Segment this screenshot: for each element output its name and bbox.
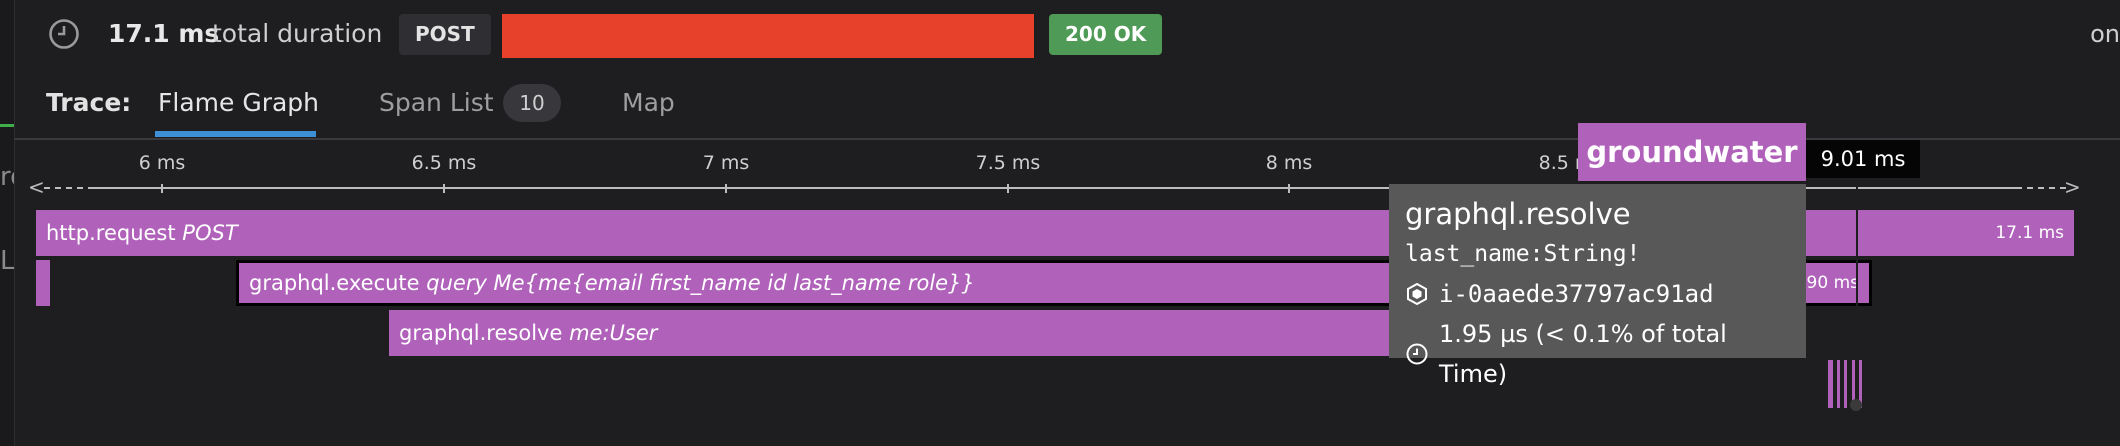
time-cursor-handle[interactable] — [1850, 399, 1862, 411]
cursor-time-label: 9.01 ms — [1806, 140, 1920, 178]
tooltip-duration-row: 1.95 µs (< 0.1% of total Time) — [1405, 314, 1790, 394]
tooltip-host-row: i-0aaede37797ac91ad — [1405, 274, 1790, 314]
axis-tick-label: 6 ms — [138, 152, 186, 174]
span-tiny[interactable] — [1828, 360, 1833, 408]
trace-label: Trace: — [46, 88, 132, 117]
span-tiny[interactable] — [1844, 360, 1847, 408]
axis-tick-label: 7 ms — [702, 152, 750, 174]
http-method-badge: POST — [399, 14, 491, 55]
service-label: groundwater — [1578, 123, 1806, 181]
tooltip-title: graphql.resolve — [1405, 197, 1631, 231]
span-duration: 17.1 ms — [1995, 223, 2064, 243]
span-detail: me:User — [569, 321, 658, 345]
tooltip-host: i-0aaede37797ac91ad — [1439, 280, 1714, 308]
flame-graph: 6 ms 6.5 ms 7 ms 7.5 ms 8 ms 8.5 ms < > … — [0, 123, 2120, 446]
span-tooltip: graphql.resolve last_name:String! i-0aae… — [1389, 184, 1806, 388]
tooltip-field: last_name:String! — [1405, 241, 1641, 267]
clock-icon — [49, 19, 79, 49]
total-duration-value: 17.1 ms — [108, 19, 220, 48]
trace-header: 17.1 ms total duration POST 200 OK on — [14, 0, 2120, 70]
total-duration-label: total duration — [212, 19, 383, 48]
clock-icon — [1406, 343, 1428, 365]
span-name: graphql.execute — [249, 271, 420, 295]
tab-map[interactable]: Map — [622, 86, 675, 120]
status-badge: 200 OK — [1049, 14, 1163, 55]
axis-tick-label: 6.5 ms — [411, 152, 477, 174]
tab-span-list[interactable]: Span List — [379, 86, 494, 120]
axis-left-arrow: < — [28, 175, 45, 199]
axis-tick — [1288, 184, 1290, 193]
axis-tick — [1007, 184, 1009, 193]
span-name: graphql.resolve — [399, 321, 563, 345]
span-graphql-resolve[interactable]: graphql.resolve me:User — [389, 310, 1399, 356]
tooltip-duration: 1.95 µs (< 0.1% of total Time) — [1439, 320, 1727, 388]
axis-tick — [725, 184, 727, 193]
axis-tick — [161, 184, 163, 193]
axis-dashed-right — [2016, 187, 2066, 189]
hexagon-icon — [1407, 282, 1427, 306]
axis-tick-label: 7.5 ms — [975, 152, 1041, 174]
span-count-badge: 10 — [503, 84, 561, 122]
axis-right-arrow: > — [2064, 175, 2081, 199]
tab-flame-graph[interactable]: Flame Graph — [158, 86, 319, 120]
request-error-bar — [502, 14, 1034, 58]
axis-tick — [443, 184, 445, 193]
axis-dashed-left — [44, 187, 94, 189]
span-detail: POST — [182, 221, 238, 245]
span-tiny[interactable] — [1837, 360, 1840, 408]
span-name: http.request — [46, 221, 176, 245]
active-tab-indicator — [155, 131, 316, 137]
span-small-child[interactable] — [36, 260, 50, 306]
axis-tick-label: 8 ms — [1265, 152, 1313, 174]
header-right-text: on — [2090, 20, 2120, 48]
span-detail: query Me{me{email first_name id last_nam… — [426, 271, 975, 295]
left-panel-indicator — [0, 124, 14, 127]
